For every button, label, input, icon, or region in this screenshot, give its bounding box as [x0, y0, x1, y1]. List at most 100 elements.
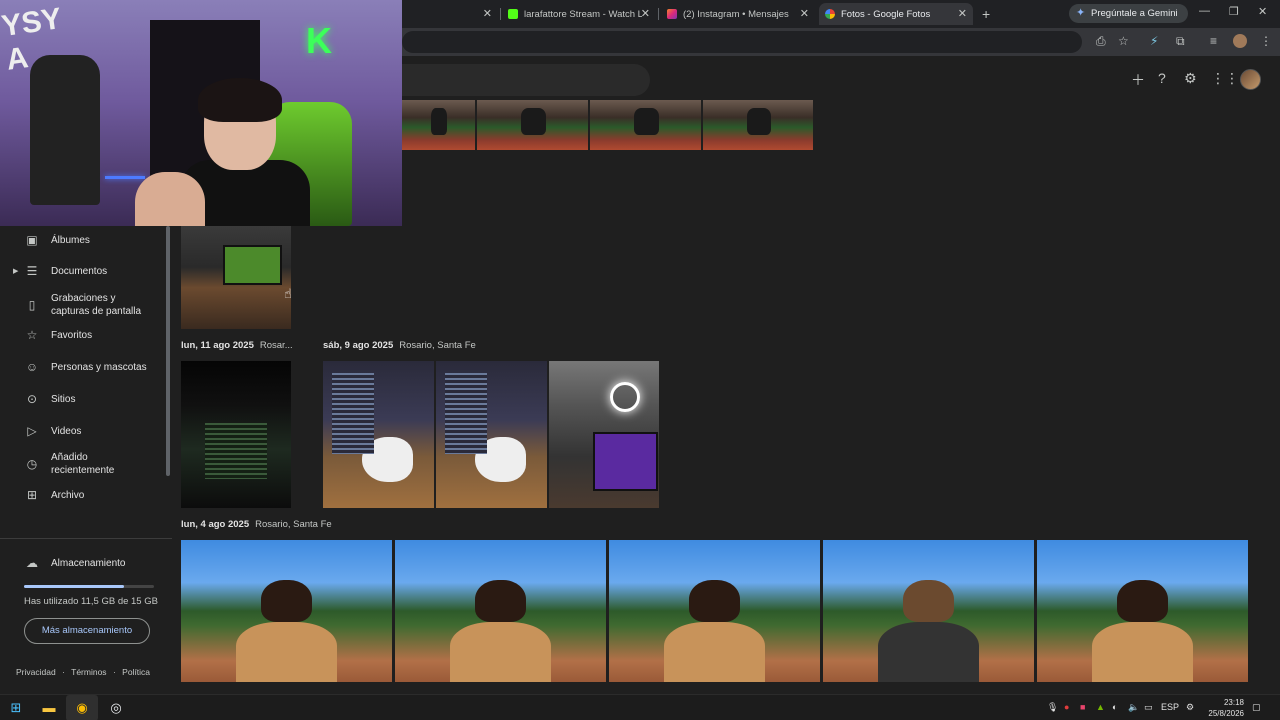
app-icon[interactable]: ◎ — [107, 699, 125, 717]
photo-thumbnail[interactable] — [181, 226, 291, 329]
system-clock[interactable]: 23:18 25/8/2026 — [1204, 697, 1244, 719]
sidebar-scrollbar[interactable] — [166, 226, 170, 476]
storage-link[interactable]: ☁ Almacenamiento — [24, 556, 125, 570]
sidebar-item-documents[interactable]: ☰ Documentos — [24, 257, 108, 285]
webcam-overlay: YSY A K — [0, 0, 402, 226]
sidebar-item-screenshots[interactable]: ▯ Grabaciones y capturas de pantalla — [24, 290, 141, 320]
location-link[interactable]: Rosario, Santa Fe — [255, 519, 332, 530]
gemini-label: Pregúntale a Gemini — [1091, 8, 1178, 19]
tab-kick-label: larafattore Stream - Watch Live — [524, 8, 642, 20]
clock-date: 25/8/2026 — [1208, 709, 1244, 718]
photo-thumbnail[interactable] — [181, 540, 392, 682]
restore-icon[interactable]: ❐ — [1229, 5, 1239, 18]
photo-thumbnail[interactable] — [181, 361, 291, 508]
tab-google-photos[interactable]: Fotos - Google Fotos ✕ — [819, 3, 973, 25]
more-vertical-icon[interactable]: ⋮ — [1260, 34, 1272, 48]
bookmark-star-icon[interactable]: ☆ — [1118, 34, 1129, 48]
sidebar-item-albums[interactable]: ▣ Álbumes — [24, 226, 90, 254]
tray-app-icon[interactable]: ● — [1064, 702, 1069, 712]
photo-thumbnail[interactable] — [395, 540, 606, 682]
extensions-puzzle-icon[interactable]: ⧉ — [1176, 34, 1185, 49]
microphone-icon[interactable]: 🎙 — [1047, 702, 1058, 713]
archive-icon: ⊞ — [26, 488, 38, 502]
terms-link[interactable]: Términos — [71, 667, 106, 677]
photo-thumbnail[interactable] — [549, 361, 659, 508]
file-explorer-icon[interactable]: ▬ — [40, 699, 58, 717]
extension-icon[interactable]: ⚡ — [1150, 34, 1158, 48]
chrome-icon[interactable]: ◉ — [73, 699, 91, 717]
minimize-icon[interactable]: — — [1199, 5, 1210, 17]
sidebar-item-label-line1: Grabaciones y — [51, 293, 116, 304]
reading-list-icon[interactable]: ≡ — [1210, 34, 1217, 48]
create-plus-icon[interactable]: ＋ — [1131, 70, 1145, 90]
close-icon[interactable]: ✕ — [483, 7, 492, 20]
date-group-header: sáb, 9 ago 2025 Rosario, Santa Fe — [323, 340, 476, 351]
photo-thumbnail[interactable] — [323, 361, 434, 508]
sidebar-item-recently-added[interactable]: ◷ Añadido recientemente — [24, 449, 115, 479]
webcam-person-hair — [198, 78, 282, 122]
close-icon[interactable]: ✕ — [641, 7, 650, 20]
more-storage-button[interactable]: Más almacenamiento — [24, 618, 150, 644]
photo-thumbnail[interactable] — [703, 100, 813, 150]
tab-kick-stream[interactable]: larafattore Stream - Watch Live ✕ — [502, 3, 656, 25]
search-input[interactable] — [402, 64, 650, 96]
photo-thumbnail[interactable] — [590, 100, 701, 150]
new-tab-plus-icon[interactable]: + — [982, 6, 990, 22]
sidebar-item-videos[interactable]: ▷ Videos — [24, 417, 81, 445]
tray-app-icon[interactable]: ■ — [1080, 702, 1085, 712]
location-link[interactable]: Rosario, Santa Fe — [399, 340, 476, 351]
privacy-link[interactable]: Privacidad — [16, 667, 56, 677]
location-pin-icon: ⊙ — [26, 392, 38, 406]
footer-separator: · — [112, 667, 116, 677]
sidebar-item-label: Sitios — [51, 393, 76, 405]
volume-icon[interactable]: 🔈 — [1128, 702, 1139, 713]
phone-screenshot-icon: ▯ — [28, 297, 36, 312]
tab-google-photos-label: Fotos - Google Fotos — [841, 8, 931, 20]
language-indicator[interactable]: ESP — [1161, 702, 1179, 712]
window-close-icon[interactable]: ✕ — [1258, 5, 1267, 18]
footer-links: Privacidad · Términos · Política — [16, 667, 150, 677]
footer-separator: · — [62, 667, 65, 677]
close-icon[interactable]: ✕ — [800, 7, 809, 20]
webcam-neon-k: K — [306, 20, 332, 61]
tab-separator — [658, 8, 659, 20]
photo-thumbnail[interactable] — [823, 540, 1034, 682]
windows-start-icon[interactable]: ⊞ — [7, 699, 25, 717]
browser-profile-avatar[interactable] — [1233, 34, 1247, 48]
account-avatar[interactable] — [1240, 69, 1261, 90]
settings-gear-icon[interactable]: ⚙ — [1184, 70, 1197, 87]
settings-gear-icon[interactable]: ⚙ — [1186, 702, 1194, 713]
expand-arrow-icon[interactable]: ▶ — [13, 267, 18, 275]
network-icon[interactable]: ▭ — [1144, 702, 1153, 713]
photo-thumbnail[interactable] — [436, 361, 547, 508]
apps-grid-icon[interactable]: ⋮⋮ — [1211, 70, 1239, 87]
instagram-logo-icon — [667, 9, 677, 19]
photo-thumbnail[interactable] — [1037, 540, 1248, 682]
tab-partial[interactable]: ✕ — [402, 3, 498, 25]
sidebar-item-label-wrap: Grabaciones y capturas de pantalla — [51, 292, 141, 318]
photo-thumbnail[interactable] — [477, 100, 588, 150]
photo-thumbnail[interactable] — [609, 540, 820, 682]
location-link[interactable]: Rosar... — [260, 340, 293, 351]
tray-app-icon[interactable]: ◐ — [1112, 702, 1117, 712]
close-icon[interactable]: ✕ — [958, 7, 967, 20]
sidebar-item-archive[interactable]: ⊞ Archivo — [24, 481, 84, 509]
gemini-button[interactable]: ✦ Pregúntale a Gemini — [1069, 4, 1188, 23]
sidebar-item-label-line1: Añadido — [51, 452, 88, 463]
date-group-header: lun, 4 ago 2025 Rosario, Santa Fe — [181, 519, 332, 530]
face-icon: ☺ — [25, 360, 39, 374]
notifications-icon[interactable]: ▢ — [1252, 702, 1261, 713]
nvidia-icon[interactable]: ▲ — [1096, 702, 1105, 712]
sidebar-item-places[interactable]: ⊙ Sitios — [24, 385, 75, 413]
google-photos-logo-icon — [825, 9, 835, 19]
tab-instagram[interactable]: (2) Instagram • Mensajes ✕ — [661, 3, 815, 25]
photo-thumbnail[interactable] — [402, 100, 475, 150]
policy-link[interactable]: Política — [122, 667, 150, 677]
address-bar[interactable] — [402, 31, 1082, 53]
windows-taskbar: ⊞ ▬ ◉ ◎ 🎙 ● ■ ▲ ◐ 🔈 ▭ ESP ⚙ 23:18 25/8/2… — [0, 694, 1280, 720]
date-text: sáb, 9 ago 2025 — [323, 340, 394, 351]
sidebar-item-favorites[interactable]: ☆ Favoritos — [24, 321, 93, 349]
sidebar-item-people-pets[interactable]: ☺ Personas y mascotas — [24, 353, 147, 381]
install-app-icon[interactable]: ⎙ — [1096, 34, 1106, 49]
help-icon[interactable]: ? — [1158, 70, 1166, 86]
